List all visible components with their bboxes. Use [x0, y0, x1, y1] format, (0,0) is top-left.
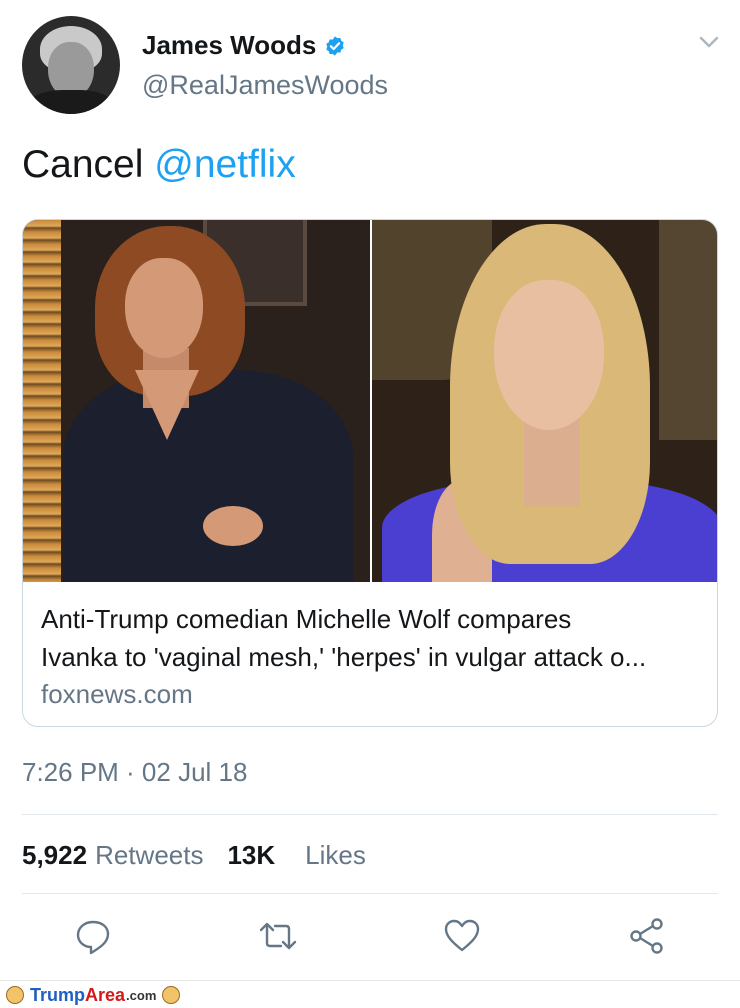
likes-label[interactable]: Likes [305, 840, 366, 871]
mascot-icon [6, 986, 24, 1004]
divider [22, 814, 718, 815]
retweet-icon [259, 922, 297, 950]
watermark-logo: TrumpArea .com [6, 984, 181, 1006]
person-face [125, 258, 203, 358]
like-button[interactable] [442, 916, 482, 956]
tweet-text: Cancel @netflix [22, 143, 296, 187]
footer-divider [0, 980, 740, 981]
author-name-row[interactable]: James Woods [142, 30, 346, 61]
tweet-text-prefix: Cancel [22, 143, 155, 186]
verified-badge-icon [326, 35, 345, 56]
person-hand [203, 506, 263, 546]
person-vneck [135, 370, 199, 440]
card-title-line: Anti-Trump comedian Michelle Wolf compar… [41, 604, 572, 634]
card-domain: foxnews.com [41, 679, 193, 709]
retweets-count[interactable]: 5,922 [22, 840, 87, 871]
person-top [63, 370, 353, 582]
avatar[interactable] [22, 16, 120, 114]
watermark-part2: Area [85, 984, 126, 1005]
chevron-down-icon[interactable] [698, 34, 720, 50]
like-icon [444, 919, 480, 952]
watermark-part1: Trump [30, 984, 86, 1005]
share-button[interactable] [627, 916, 667, 956]
reply-button[interactable] [73, 916, 113, 956]
tweet-stats: 5,922 Retweets 13K Likes [22, 840, 366, 871]
background-shape [659, 220, 717, 440]
card-title[interactable]: Anti-Trump comedian Michelle Wolf compar… [41, 600, 701, 676]
display-name[interactable]: James Woods [142, 30, 316, 61]
mention-link[interactable]: @netflix [154, 143, 295, 186]
watermark-suffix: .com [126, 987, 157, 1003]
window-blinds [23, 220, 61, 582]
retweets-label[interactable]: Retweets [95, 840, 203, 871]
share-icon [630, 918, 663, 954]
card-photo-right [372, 220, 717, 582]
card-title-line: Ivanka to 'vaginal mesh,' 'herpes' in vu… [41, 642, 647, 672]
avatar-body [28, 90, 114, 114]
card-media[interactable] [23, 220, 717, 582]
tweet-actions [0, 916, 740, 960]
person-face [494, 280, 604, 430]
likes-count[interactable]: 13K [227, 840, 275, 871]
reply-icon [76, 920, 110, 955]
retweet-button[interactable] [258, 916, 298, 956]
mascot-icon [162, 986, 181, 1004]
watermark-text: TrumpArea [30, 985, 125, 1006]
author-handle[interactable]: @RealJamesWoods [142, 70, 388, 101]
divider [22, 893, 718, 894]
card-photo-left [23, 220, 370, 582]
link-card[interactable]: Anti-Trump comedian Michelle Wolf compar… [22, 219, 718, 727]
tweet-timestamp[interactable]: 7:26 PM · 02 Jul 18 [22, 757, 247, 788]
